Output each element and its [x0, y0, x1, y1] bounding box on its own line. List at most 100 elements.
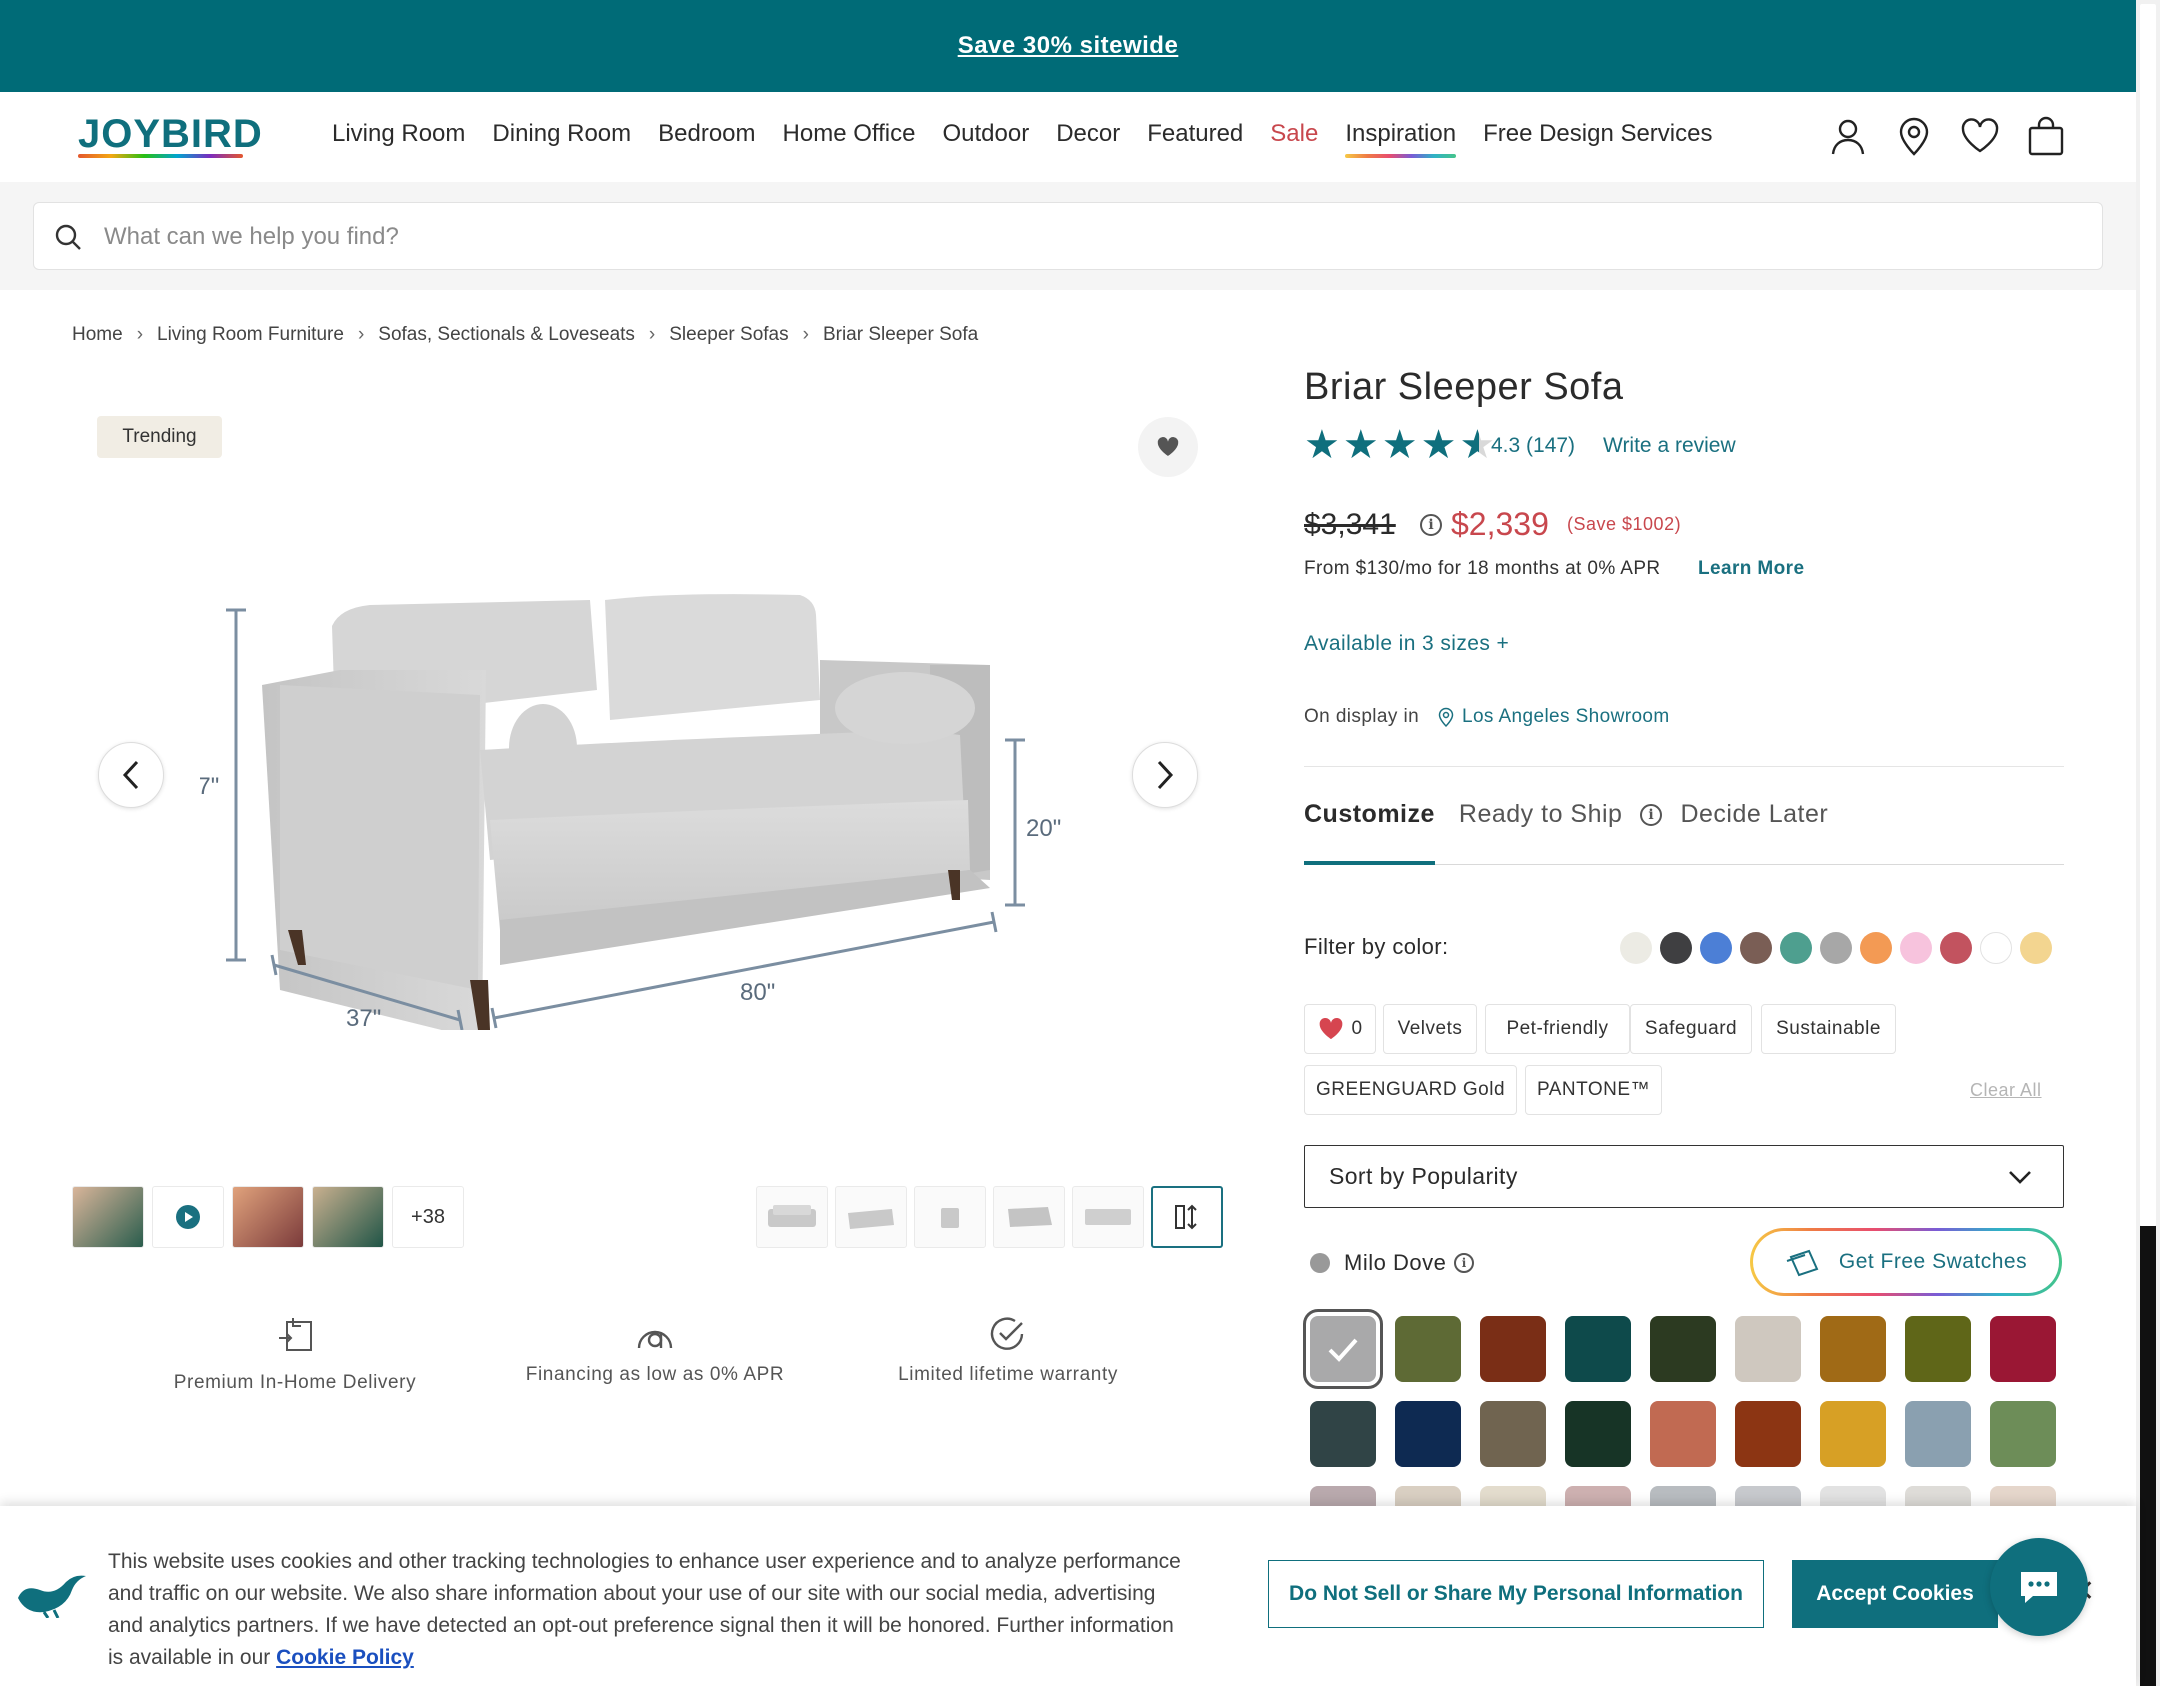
- search-bar: [33, 202, 2103, 270]
- cookie-policy-link[interactable]: Cookie Policy: [276, 1646, 414, 1669]
- rating-count[interactable]: 4.3 (147): [1491, 434, 1575, 458]
- fabric-swatch[interactable]: [1820, 1401, 1886, 1467]
- nav-living-room[interactable]: Living Room: [332, 120, 465, 148]
- chat-button[interactable]: [1990, 1538, 2088, 1636]
- thumbnail-image[interactable]: [72, 1186, 144, 1248]
- fabric-swatch[interactable]: [1990, 1316, 2056, 1382]
- wishlist-button[interactable]: [1138, 417, 1198, 477]
- filter-chip-safeguard[interactable]: Safeguard: [1630, 1004, 1752, 1054]
- nav-inspiration[interactable]: Inspiration: [1345, 120, 1456, 158]
- available-sizes-link[interactable]: Available in 3 sizes +: [1304, 632, 1509, 656]
- fabric-swatch[interactable]: [1650, 1401, 1716, 1467]
- nav-free-design-services[interactable]: Free Design Services: [1483, 120, 1712, 148]
- clear-all-filters[interactable]: Clear All: [1970, 1080, 2042, 1101]
- write-review-link[interactable]: Write a review: [1603, 434, 1736, 458]
- tab-decide-later[interactable]: Decide Later: [1680, 800, 1828, 829]
- scrollbar-thumb[interactable]: [2140, 4, 2156, 1226]
- promo-link[interactable]: Save 30% sitewide: [958, 32, 1179, 60]
- view-side[interactable]: [914, 1186, 986, 1248]
- trending-badge: Trending: [97, 416, 222, 458]
- filter-chip-pet-friendly[interactable]: Pet-friendly: [1485, 1004, 1630, 1054]
- fabric-swatch[interactable]: [1735, 1401, 1801, 1467]
- nav-home-office[interactable]: Home Office: [783, 120, 916, 148]
- nav-dining-room[interactable]: Dining Room: [492, 120, 631, 148]
- nav-bedroom[interactable]: Bedroom: [658, 120, 755, 148]
- nav-sale[interactable]: Sale: [1270, 120, 1318, 148]
- fabric-swatch[interactable]: [1480, 1401, 1546, 1467]
- fabric-swatch[interactable]: [1650, 1316, 1716, 1382]
- tab-customize[interactable]: Customize: [1304, 800, 1435, 829]
- view-top[interactable]: [1072, 1186, 1144, 1248]
- breadcrumb-home[interactable]: Home: [72, 324, 123, 346]
- view-angle[interactable]: [835, 1186, 907, 1248]
- color-filter-option[interactable]: [1620, 932, 1652, 964]
- thumbnail-image[interactable]: [232, 1186, 304, 1248]
- filter-chip-velvets[interactable]: Velvets: [1383, 1004, 1477, 1054]
- favorites-filter-chip[interactable]: 0: [1304, 1004, 1376, 1054]
- filter-chip-sustainable[interactable]: Sustainable: [1761, 1004, 1896, 1054]
- ready-to-ship-info-icon[interactable]: i: [1640, 804, 1662, 826]
- dimensions-view-button[interactable]: [1151, 1186, 1223, 1248]
- color-filter-option[interactable]: [1660, 932, 1692, 964]
- breadcrumb-living-room-furniture[interactable]: Living Room Furniture: [157, 324, 344, 346]
- color-filter-option[interactable]: [1980, 932, 2012, 964]
- thumbnail-video[interactable]: [152, 1186, 224, 1248]
- warranty-icon: [990, 1317, 1024, 1350]
- color-filter-option[interactable]: [1780, 932, 1812, 964]
- fabric-swatch[interactable]: [1820, 1316, 1886, 1382]
- fabric-swatch[interactable]: [1310, 1401, 1376, 1467]
- fabric-swatch[interactable]: [1905, 1316, 1971, 1382]
- thumbnail-more[interactable]: +38: [392, 1186, 464, 1248]
- account-icon[interactable]: [1828, 116, 1868, 156]
- nav-decor[interactable]: Decor: [1056, 120, 1120, 148]
- color-filter-option[interactable]: [1860, 932, 1892, 964]
- view-front[interactable]: [756, 1186, 828, 1248]
- color-filter-option[interactable]: [2020, 932, 2052, 964]
- fabric-swatch[interactable]: [1395, 1316, 1461, 1382]
- color-filter-option[interactable]: [1700, 932, 1732, 964]
- breadcrumb-sofas[interactable]: Sofas, Sectionals & Loveseats: [378, 324, 635, 346]
- color-filter-option[interactable]: [1820, 932, 1852, 964]
- selected-fabric-name: Milo Dove: [1344, 1250, 1447, 1275]
- fabric-swatch-selected[interactable]: [1303, 1309, 1383, 1389]
- color-filter-option[interactable]: [1740, 932, 1772, 964]
- fabric-swatch[interactable]: [1480, 1316, 1546, 1382]
- location-icon[interactable]: [1894, 116, 1934, 156]
- get-free-swatches-button[interactable]: Get Free Swatches: [1750, 1228, 2062, 1296]
- fabric-info-icon[interactable]: i: [1454, 1253, 1475, 1273]
- view-back[interactable]: [993, 1186, 1065, 1248]
- fabric-swatch[interactable]: [1395, 1401, 1461, 1467]
- bag-icon[interactable]: [2026, 116, 2066, 156]
- filter-chip-greenguard-gold[interactable]: GREENGUARD Gold: [1304, 1065, 1517, 1115]
- fabric-swatch[interactable]: [1565, 1401, 1631, 1467]
- star-full-icon: ★: [1420, 423, 1457, 467]
- breadcrumb-sleeper-sofas[interactable]: Sleeper Sofas: [669, 324, 788, 346]
- view-angle-thumbnails: [756, 1186, 1223, 1248]
- thumbnail-image[interactable]: [312, 1186, 384, 1248]
- accept-cookies-button[interactable]: Accept Cookies: [1792, 1560, 1998, 1628]
- color-filter-option[interactable]: [1900, 932, 1932, 964]
- scrollbar-thumb-lower[interactable]: [2140, 1226, 2156, 1686]
- site-header: JOYBIRD Living Room Dining Room Bedroom …: [0, 92, 2136, 182]
- fabric-swatch[interactable]: [1735, 1316, 1801, 1382]
- nav-featured[interactable]: Featured: [1147, 120, 1243, 148]
- nav-outdoor[interactable]: Outdoor: [942, 120, 1029, 148]
- color-filter-option[interactable]: [1940, 932, 1972, 964]
- showroom-link[interactable]: Los Angeles Showroom: [1462, 706, 1670, 728]
- tab-ready-to-ship[interactable]: Ready to Ship: [1459, 800, 1623, 829]
- do-not-sell-button[interactable]: Do Not Sell or Share My Personal Informa…: [1268, 1560, 1764, 1628]
- learn-more-link[interactable]: Learn More: [1698, 558, 1804, 580]
- sort-dropdown[interactable]: Sort by Popularity: [1304, 1145, 2064, 1208]
- search-input[interactable]: [104, 217, 2004, 257]
- product-image-sofa[interactable]: 37" 20" 37" 80": [200, 570, 1100, 1030]
- fabric-swatch[interactable]: [1905, 1401, 1971, 1467]
- fabric-swatch[interactable]: [1565, 1316, 1631, 1382]
- gallery-next-button[interactable]: [1132, 742, 1198, 808]
- star-rating[interactable]: ★ ★ ★ ★ ★: [1304, 423, 1495, 467]
- filter-chip-pantone[interactable]: PANTONE™: [1525, 1065, 1662, 1115]
- joybird-logo[interactable]: JOYBIRD: [78, 112, 263, 157]
- fabric-swatch[interactable]: [1990, 1401, 2056, 1467]
- price-info-icon[interactable]: i: [1420, 514, 1442, 536]
- gallery-prev-button[interactable]: [98, 742, 164, 808]
- heart-icon[interactable]: [1960, 116, 2000, 156]
